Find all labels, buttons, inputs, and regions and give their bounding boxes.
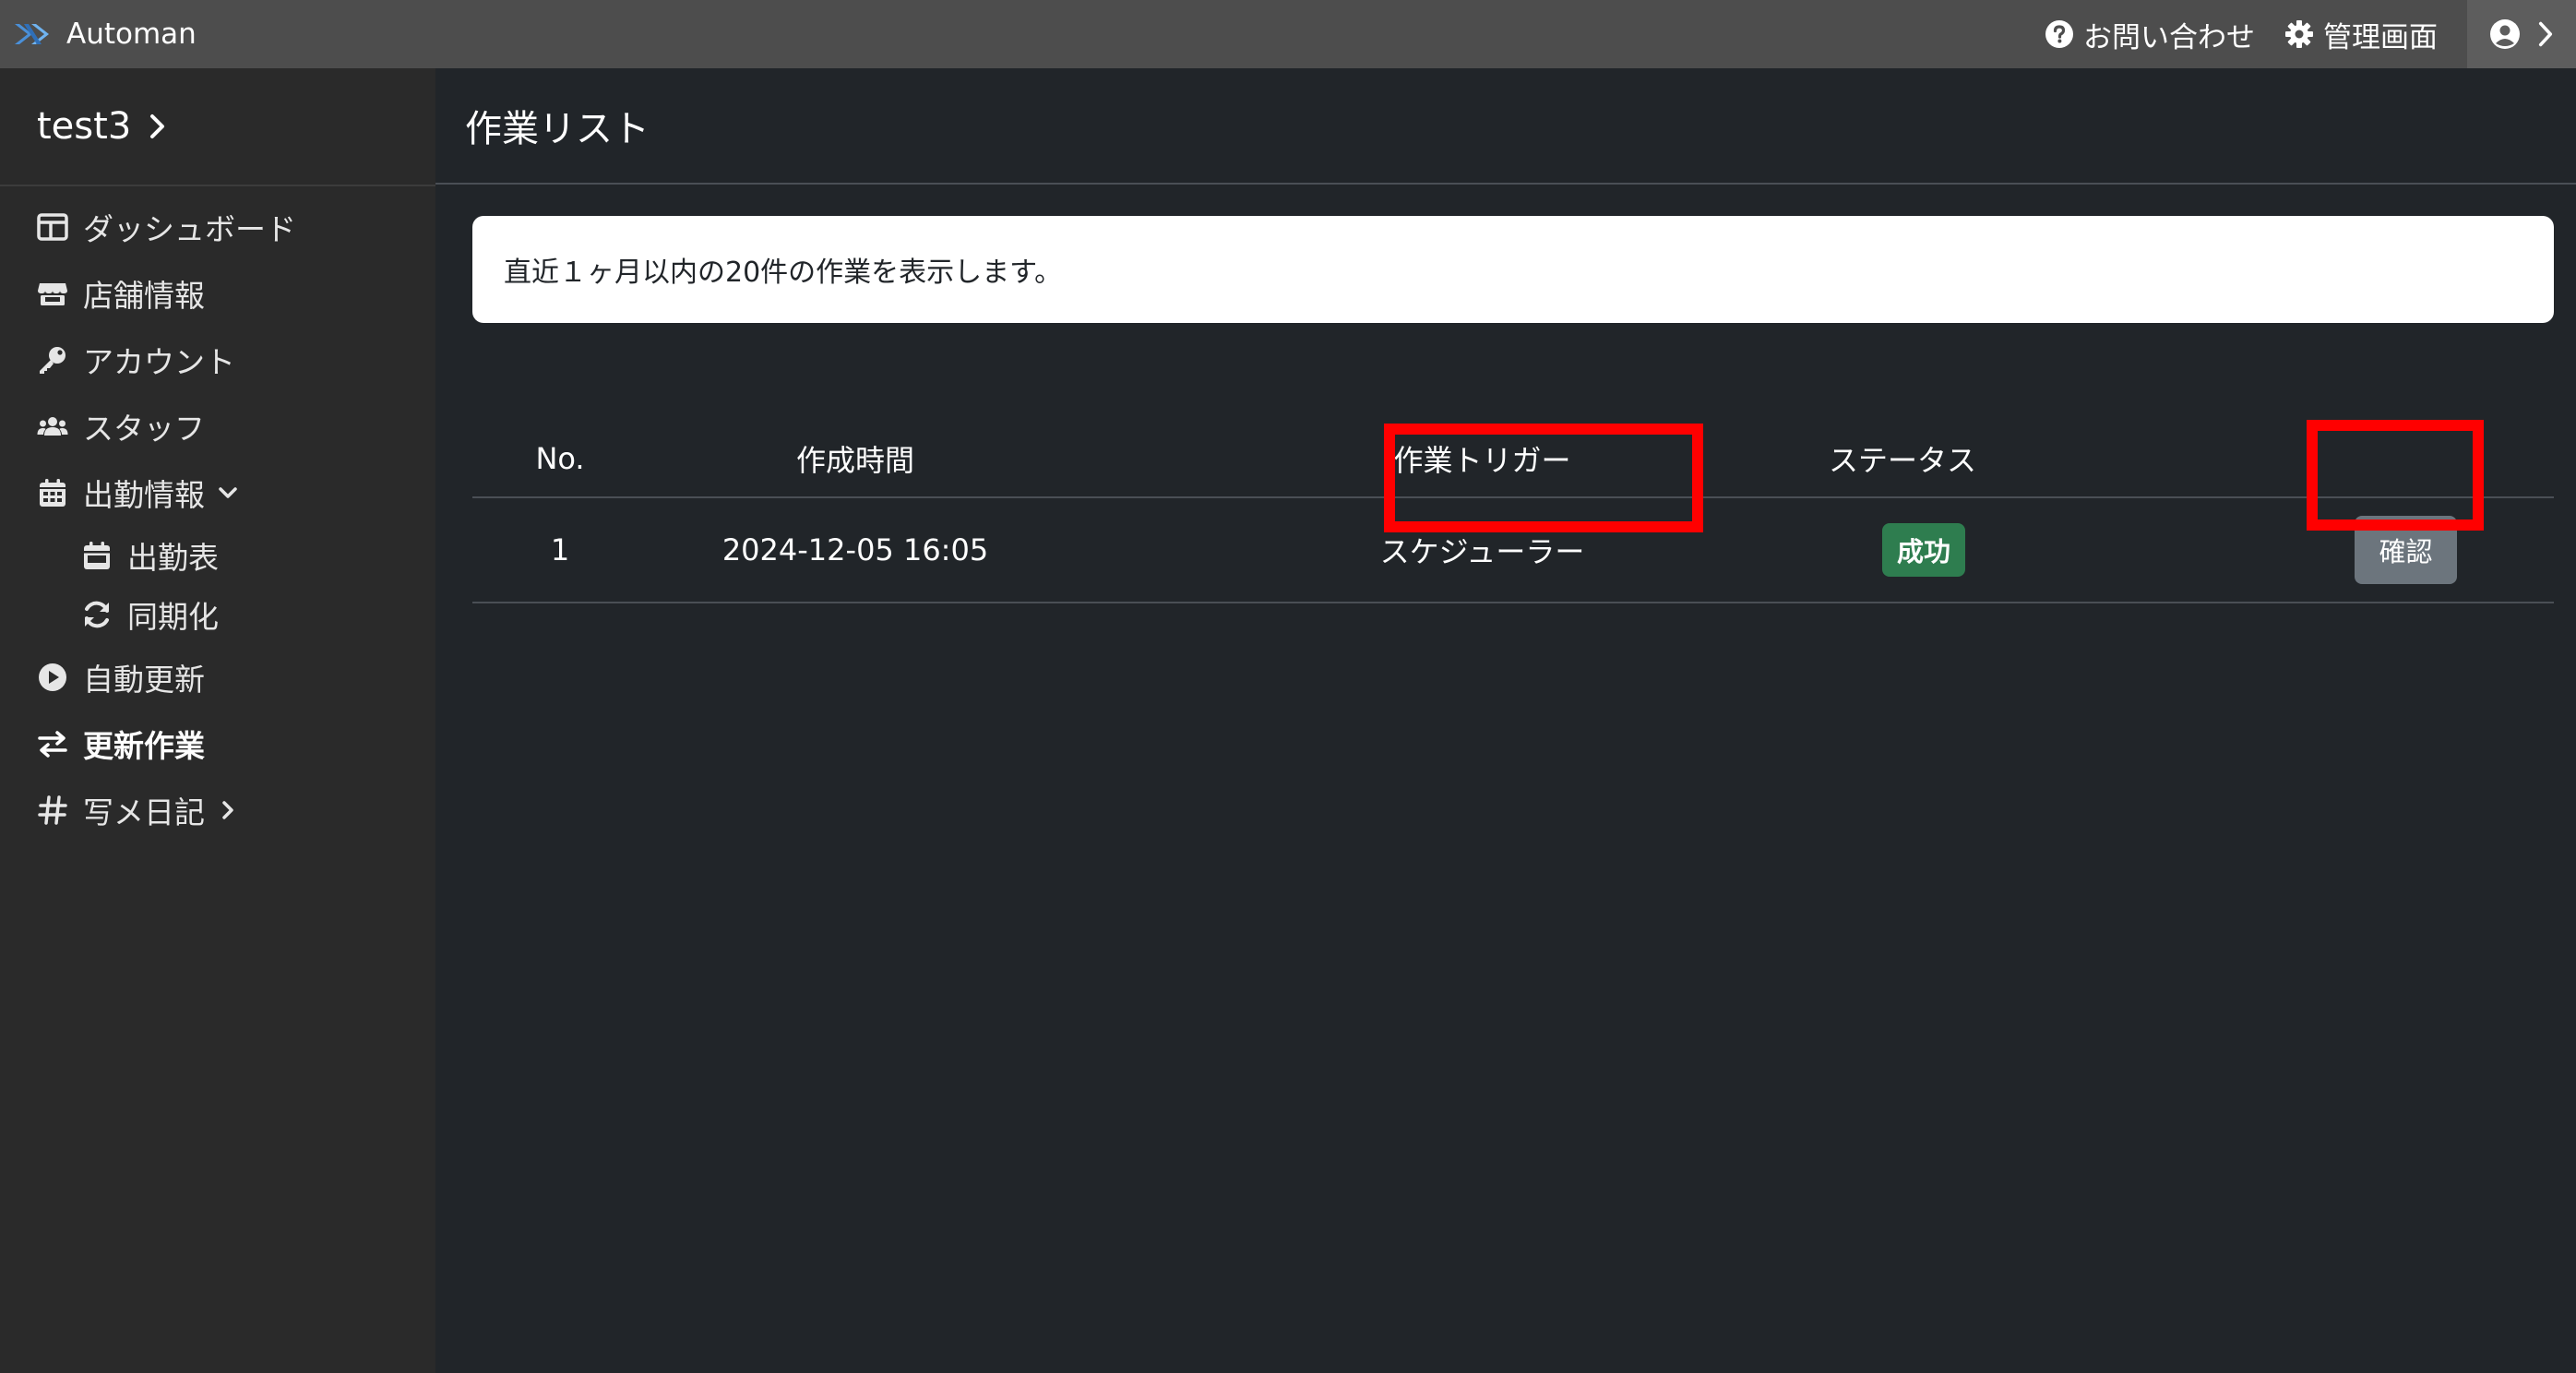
sidebar-item-label: 出勤情報 — [83, 477, 205, 513]
status-badge: 成功 — [1882, 523, 1966, 577]
users-icon — [37, 417, 68, 436]
sidebar-item-staff[interactable]: スタッフ — [0, 393, 435, 460]
contact-label: お問い合わせ — [2083, 20, 2255, 54]
chevron-right-icon — [222, 801, 233, 819]
exchange-icon — [38, 731, 67, 758]
calendar-icon — [40, 479, 66, 507]
calendar-day-icon — [84, 542, 110, 569]
highlight-box-trigger — [1384, 424, 1703, 532]
automan-logo-icon — [15, 24, 49, 44]
highlight-box-confirm — [2307, 420, 2484, 531]
sidebar-item-auto-update[interactable]: 自動更新 — [0, 644, 435, 710]
column-header-no: No. — [472, 421, 648, 498]
page-header: 作業リスト — [435, 68, 2576, 185]
chevron-right-icon — [2538, 21, 2553, 47]
sidebar-item-label: ダッシュボード — [83, 211, 296, 247]
question-circle-icon — [2045, 20, 2073, 48]
column-header-created: 作成時間 — [648, 421, 1063, 498]
chevron-right-icon — [150, 114, 165, 138]
project-selector[interactable]: test3 — [0, 68, 435, 186]
app-name: Automan — [66, 18, 197, 51]
brand[interactable]: Automan — [11, 18, 197, 51]
dashboard-icon — [37, 213, 68, 241]
cell-status: 成功 — [1829, 497, 2152, 603]
sync-icon — [85, 601, 109, 628]
page-title: 作業リスト — [465, 108, 650, 150]
sidebar-item-sync[interactable]: 同期化 — [0, 585, 435, 644]
sidebar-item-label: 写メ日記 — [83, 794, 205, 830]
sidebar-item-attendance[interactable]: 出勤情報 — [0, 460, 435, 526]
trigger-text: スケジューラー — [1379, 534, 1585, 569]
sidebar-item-label: アカウント — [83, 344, 235, 380]
sidebar-item-label: 同期化 — [127, 599, 219, 635]
cell-no: 1 — [472, 497, 648, 603]
contact-link[interactable]: お問い合わせ — [2045, 14, 2255, 55]
user-circle-icon — [2490, 19, 2520, 49]
admin-label: 管理画面 — [2323, 20, 2438, 54]
sidebar-item-store-info[interactable]: 店舗情報 — [0, 260, 435, 327]
info-notice: 直近１ヶ月以内の20件の作業を表示します。 — [472, 216, 2554, 323]
sidebar-item-photo-diary[interactable]: 写メ日記 — [0, 777, 435, 843]
sidebar-item-dashboard[interactable]: ダッシュボード — [0, 194, 435, 260]
play-circle-icon — [39, 663, 66, 691]
sidebar-item-label: 更新作業 — [83, 728, 205, 764]
sidebar-item-account[interactable]: アカウント — [0, 327, 435, 393]
key-icon — [40, 347, 66, 374]
cell-created: 2024-12-05 16:05 — [648, 497, 1063, 603]
chevron-down-icon — [219, 487, 237, 498]
sidebar-item-update-jobs[interactable]: 更新作業 — [0, 710, 435, 777]
top-navbar: Automan お問い合わせ 管理画面 — [0, 0, 2576, 68]
sidebar-item-attendance-table[interactable]: 出勤表 — [0, 526, 435, 585]
hashtag-icon — [38, 795, 67, 825]
store-icon — [38, 283, 67, 305]
sidebar-item-label: 店舗情報 — [83, 278, 205, 314]
sidebar-item-label: 自動更新 — [83, 662, 205, 698]
sidebar: test3 ダッシュボード 店舗情報 アカウント スタッフ 出勤情報 出勤表 同… — [0, 68, 435, 1373]
column-header-status: ステータス — [1829, 421, 2152, 498]
notice-text: 直近１ヶ月以内の20件の作業を表示します。 — [504, 257, 1063, 289]
gear-icon — [2285, 20, 2313, 48]
sidebar-item-label: 出勤表 — [127, 540, 219, 576]
main-content: 作業リスト 直近１ヶ月以内の20件の作業を表示します。 No. 作成時間 作業ト… — [435, 68, 2576, 1373]
user-menu-button[interactable] — [2467, 0, 2576, 68]
admin-link[interactable]: 管理画面 — [2284, 14, 2438, 55]
sidebar-item-label: スタッフ — [83, 411, 205, 447]
project-name: test3 — [37, 105, 132, 148]
